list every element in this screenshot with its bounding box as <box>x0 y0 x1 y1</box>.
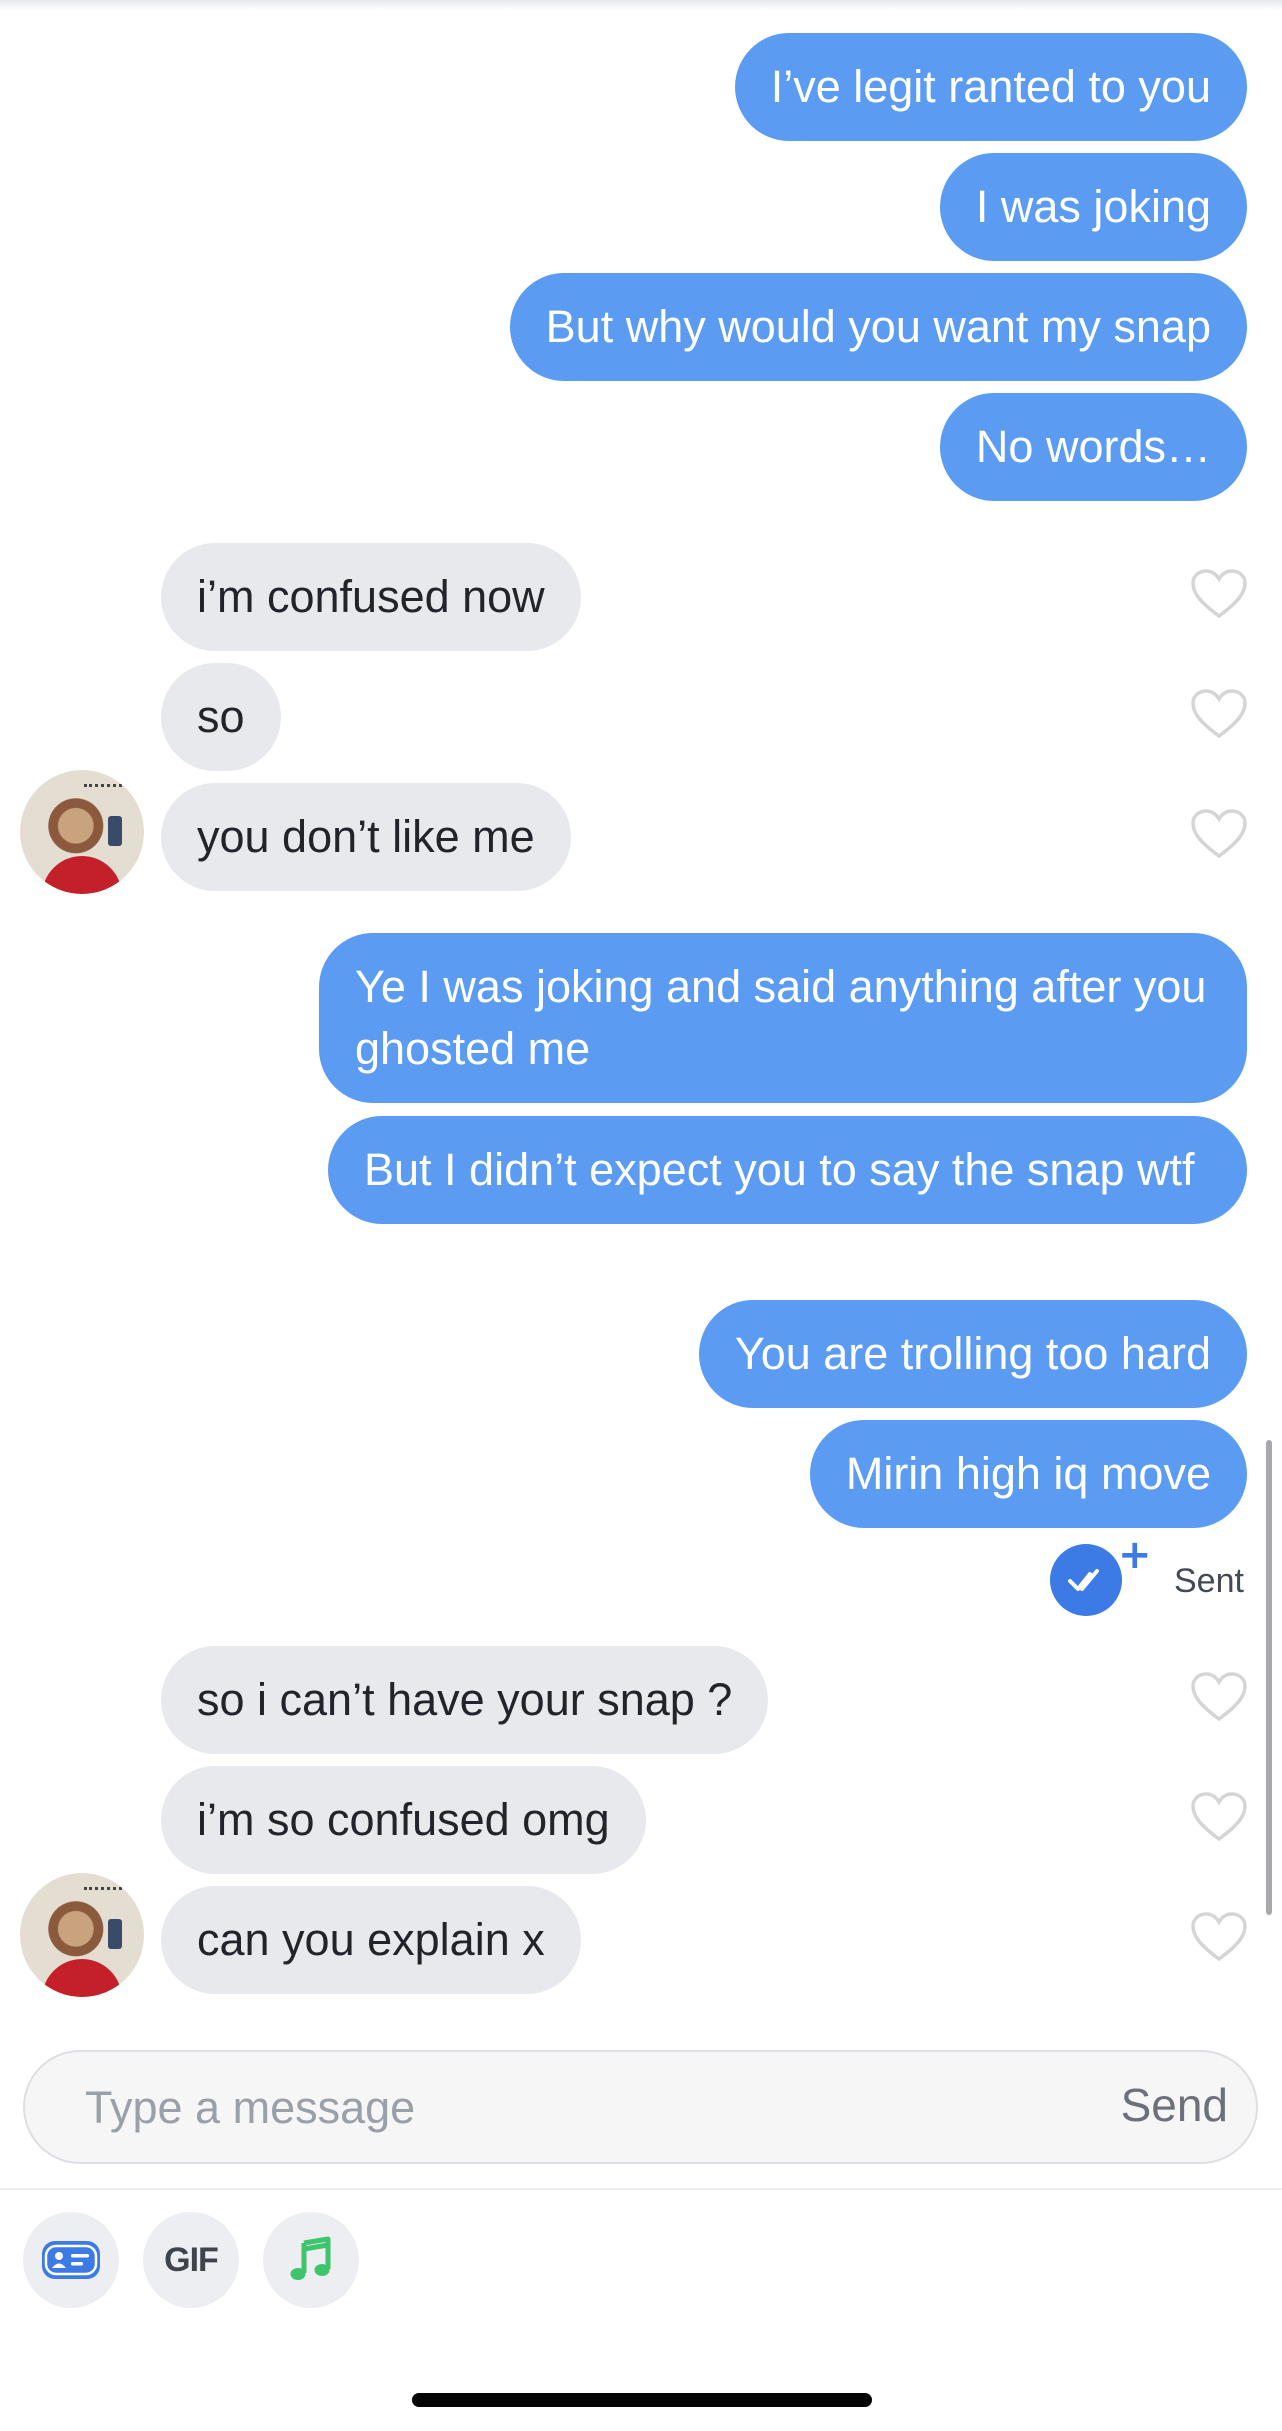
incoming-message[interactable]: i’m so confused omg <box>161 1766 646 1874</box>
like-heart-icon[interactable] <box>1190 568 1248 620</box>
incoming-message[interactable]: so <box>161 663 281 771</box>
avatar-photo-detail <box>108 1919 122 1949</box>
outgoing-message[interactable]: I was joking <box>939 153 1247 261</box>
like-heart-icon[interactable] <box>1190 1791 1248 1843</box>
message-text: But why would you want my snap <box>545 301 1211 352</box>
message-text: so i can’t have your snap ? <box>197 1674 733 1725</box>
message-text: No words… <box>975 421 1211 472</box>
music-note-icon <box>290 2236 331 2280</box>
like-heart-icon[interactable] <box>1190 1911 1248 1963</box>
like-heart-icon[interactable] <box>1190 688 1248 740</box>
plus-icon: + <box>1118 1532 1152 1578</box>
message-text: You are trolling too hard <box>734 1328 1211 1379</box>
message-text: I was joking <box>975 181 1211 232</box>
outgoing-message[interactable]: But I didn’t expect you to say the snap … <box>328 1116 1247 1224</box>
send-button[interactable]: Send <box>1121 2078 1228 2132</box>
avatar-photo-detail <box>84 784 128 791</box>
message-text: But I didn’t expect you to say the snap … <box>364 1144 1195 1195</box>
message-text: can you explain x <box>197 1914 545 1965</box>
message-text: Ye I was joking and said anything after … <box>355 961 1207 1074</box>
message-input[interactable] <box>83 2076 987 2140</box>
outgoing-message[interactable]: I’ve legit ranted to you <box>734 33 1247 141</box>
incoming-message[interactable]: i’m confused now <box>161 543 581 651</box>
message-text: so <box>197 691 245 742</box>
outgoing-message[interactable]: Ye I was joking and said anything after … <box>319 933 1247 1103</box>
avatar-photo-detail <box>42 1959 122 1997</box>
scrollbar[interactable] <box>1266 1440 1272 1915</box>
incoming-message[interactable]: you don’t like me <box>161 783 571 891</box>
outgoing-message[interactable]: Mirin high iq move <box>809 1420 1247 1528</box>
message-text: Mirin high iq move <box>845 1448 1211 1499</box>
like-heart-icon[interactable] <box>1190 1671 1248 1723</box>
message-text: i’m confused now <box>197 571 545 622</box>
outgoing-message[interactable]: But why would you want my snap <box>509 273 1247 381</box>
music-button[interactable] <box>263 2212 359 2308</box>
like-heart-icon[interactable] <box>1190 808 1248 860</box>
toolbar-divider <box>0 2188 1282 2190</box>
card-button[interactable] <box>23 2212 119 2308</box>
home-indicator[interactable] <box>412 2393 872 2407</box>
message-status: + Sent <box>1050 1532 1250 1620</box>
message-composer: Send <box>23 2050 1258 2164</box>
message-text: i’m so confused omg <box>197 1794 610 1845</box>
outgoing-message[interactable]: You are trolling too hard <box>698 1300 1247 1408</box>
incoming-message[interactable]: so i can’t have your snap ? <box>161 1646 769 1754</box>
gif-label: GIF <box>164 2240 219 2279</box>
avatar-photo-detail <box>42 856 122 894</box>
double-check-icon <box>1050 1544 1122 1616</box>
contact-avatar[interactable] <box>20 1873 144 1997</box>
gif-button[interactable]: GIF <box>143 2212 239 2308</box>
contact-avatar[interactable] <box>20 770 144 894</box>
message-text: I’ve legit ranted to you <box>770 61 1211 112</box>
incoming-message[interactable]: can you explain x <box>161 1886 581 1994</box>
message-text: you don’t like me <box>197 811 535 862</box>
sent-label: Sent <box>1174 1562 1244 1600</box>
outgoing-message[interactable]: No words… <box>939 393 1247 501</box>
header-shadow <box>0 0 1282 10</box>
avatar-photo-detail <box>84 1887 128 1894</box>
card-icon <box>42 2241 100 2279</box>
avatar-photo-detail <box>108 816 122 846</box>
